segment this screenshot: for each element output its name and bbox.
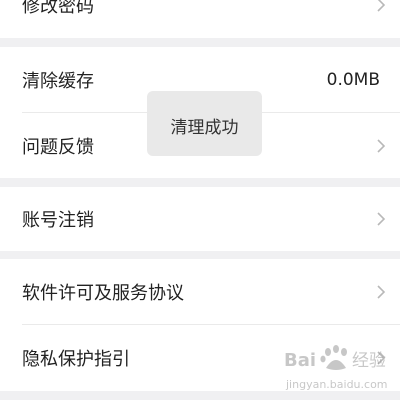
account-group: 修改密码 — [0, 0, 400, 38]
svg-text:jingyan.baidu.com: jingyan.baidu.com — [285, 378, 388, 391]
success-toast: 清理成功 — [147, 91, 262, 156]
chevron-right-icon — [377, 139, 386, 153]
baidu-jingyan-watermark-logo: Bai 经验 jingyan.baidu.com — [284, 345, 388, 391]
privacy-guide-label: 隐私保护指引 — [22, 349, 130, 370]
svg-text:经验: 经验 — [352, 351, 386, 371]
cache-size-value: 0.0MB — [326, 70, 380, 90]
clear-cache-label: 清除缓存 — [22, 71, 94, 92]
chevron-right-icon — [377, 212, 386, 226]
license-agreement-row[interactable]: 软件许可及服务协议 — [0, 259, 400, 325]
cancel-account-row[interactable]: 账号注销 — [0, 187, 400, 251]
change-password-label: 修改密码 — [22, 0, 94, 17]
svg-text:Bai: Bai — [284, 350, 316, 371]
license-agreement-label: 软件许可及服务协议 — [22, 283, 184, 304]
change-password-row[interactable]: 修改密码 — [0, 0, 400, 38]
chevron-right-icon — [377, 285, 386, 299]
account-cancel-group: 账号注销 — [0, 187, 400, 251]
chevron-right-icon — [377, 0, 386, 12]
settings-page: 修改密码 清除缓存 0.0MB 问题反馈 账号注销 软件许可及服务协议 隐私保护… — [0, 0, 400, 400]
cancel-account-label: 账号注销 — [22, 210, 94, 231]
feedback-label: 问题反馈 — [22, 137, 94, 158]
toast-message: 清理成功 — [170, 118, 239, 138]
